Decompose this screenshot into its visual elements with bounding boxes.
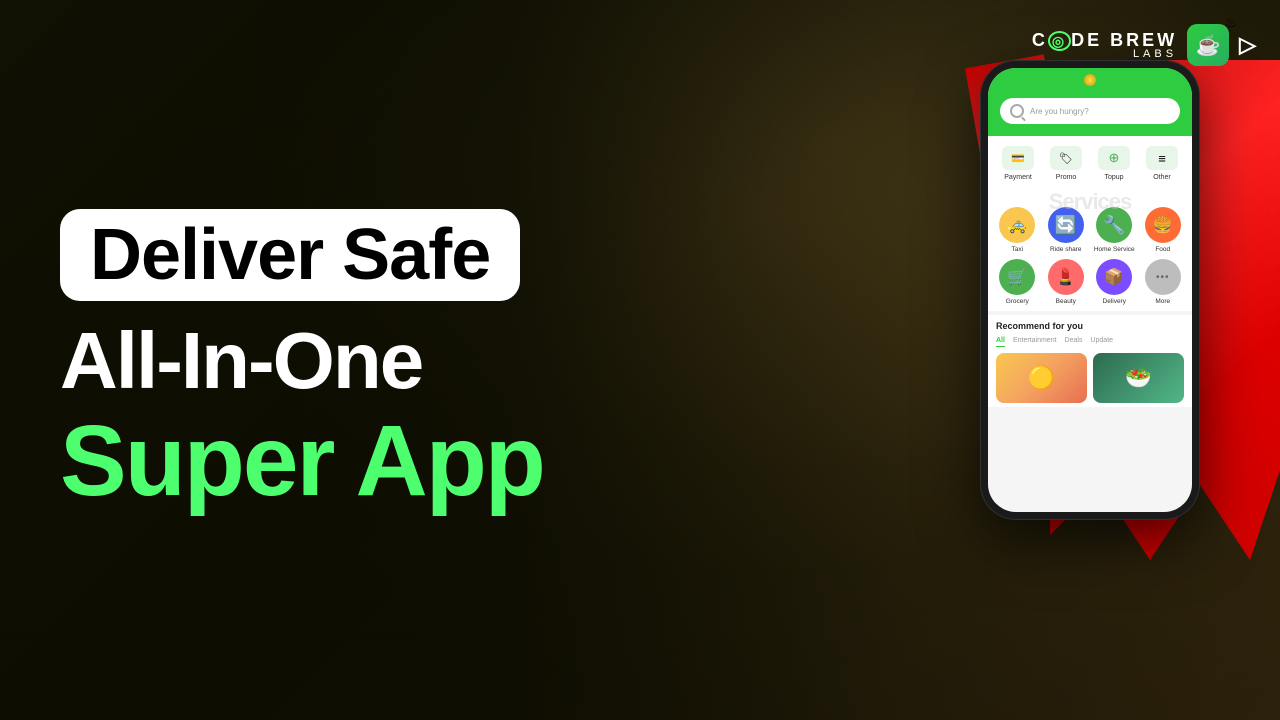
grocery-label: Grocery bbox=[1006, 298, 1029, 305]
other-label: Other bbox=[1153, 174, 1171, 181]
recommend-title: Recommend for you bbox=[996, 321, 1184, 331]
rec-tab-all[interactable]: All bbox=[996, 337, 1005, 347]
logo-icon: ☕ ♨ bbox=[1187, 24, 1229, 66]
food-icon-2: 🥗 bbox=[1125, 365, 1152, 391]
more-label: More bbox=[1155, 298, 1170, 305]
recommend-images: 🟡 🥗 bbox=[996, 353, 1184, 403]
rideshare-label: Ride share bbox=[1050, 246, 1081, 253]
service-more[interactable]: ••• More bbox=[1142, 259, 1185, 305]
topup-label: Topup bbox=[1104, 174, 1123, 181]
beauty-icon: 💄 bbox=[1048, 259, 1084, 295]
other-icon: ≡ bbox=[1146, 146, 1178, 170]
rec-tab-deals[interactable]: Deals bbox=[1065, 337, 1083, 347]
services-section: Services 🚕 Taxi 🔄 Ride share bbox=[988, 189, 1192, 311]
action-promo[interactable]: 🏷 Promo bbox=[1050, 146, 1082, 181]
mascot-icon: 🟡 bbox=[1028, 365, 1055, 391]
payment-label: Payment bbox=[1004, 174, 1032, 181]
hero-line1: Deliver Safe bbox=[90, 219, 490, 291]
phone-screen: Are you hungry? 🔔 💳 Payment 🏷 Promo bbox=[988, 68, 1192, 512]
logo-text: C◎DE BREW LABS bbox=[1032, 31, 1177, 60]
beauty-label: Beauty bbox=[1056, 298, 1076, 305]
recommend-image-2: 🥗 bbox=[1093, 353, 1184, 403]
right-section: Are you hungry? 🔔 💳 Payment 🏷 Promo bbox=[704, 0, 1280, 720]
service-grocery[interactable]: 🛒 Grocery bbox=[996, 259, 1039, 305]
logo-area: C◎DE BREW LABS ☕ ♨ ▷ bbox=[1032, 24, 1256, 66]
taxi-label: Taxi bbox=[1011, 246, 1023, 253]
more-icon: ••• bbox=[1145, 259, 1181, 295]
grocery-icon: 🛒 bbox=[999, 259, 1035, 295]
service-beauty[interactable]: 💄 Beauty bbox=[1045, 259, 1088, 305]
arrow-icon: ▷ bbox=[1239, 32, 1256, 58]
phone-mockup: Are you hungry? 🔔 💳 Payment 🏷 Promo bbox=[980, 60, 1200, 520]
search-placeholder-text: Are you hungry? bbox=[1030, 107, 1170, 116]
topup-icon: ⊕ bbox=[1098, 146, 1130, 170]
services-watermark: Services bbox=[988, 189, 1192, 215]
food-label: Food bbox=[1155, 246, 1170, 253]
search-icon bbox=[1010, 104, 1024, 118]
promo-label: Promo bbox=[1056, 174, 1077, 181]
hero-line2: All-In-One bbox=[60, 321, 644, 401]
phone-notch bbox=[1084, 74, 1096, 86]
search-bar[interactable]: Are you hungry? bbox=[1000, 98, 1180, 124]
rec-tab-entertainment[interactable]: Entertainment bbox=[1013, 337, 1057, 347]
action-payment[interactable]: 💳 Payment bbox=[1002, 146, 1034, 181]
payment-icon: 💳 bbox=[1002, 146, 1034, 170]
recommend-tabs: All Entertainment Deals Update bbox=[996, 337, 1184, 347]
brand-sub: LABS bbox=[1133, 49, 1177, 60]
action-topup[interactable]: ⊕ Topup bbox=[1098, 146, 1130, 181]
homeservice-label: Home Service bbox=[1094, 246, 1135, 253]
action-other[interactable]: ≡ Other bbox=[1146, 146, 1178, 181]
left-section: Deliver Safe All-In-One Super App bbox=[0, 169, 704, 551]
recommend-section: Recommend for you All Entertainment Deal… bbox=[988, 315, 1192, 407]
main-content: Deliver Safe All-In-One Super App Are yo… bbox=[0, 0, 1280, 720]
delivery-icon: 📦 bbox=[1096, 259, 1132, 295]
service-delivery[interactable]: 📦 Delivery bbox=[1093, 259, 1136, 305]
steam-icon: ♨ bbox=[1225, 14, 1238, 31]
delivery-label: Delivery bbox=[1103, 298, 1126, 305]
brand-name: C◎DE BREW bbox=[1032, 31, 1177, 49]
hero-line3: Super App bbox=[60, 411, 644, 511]
quick-actions-bar: 💳 Payment 🏷 Promo ⊕ Topup ≡ bbox=[988, 136, 1192, 189]
phone-outer: Are you hungry? 🔔 💳 Payment 🏷 Promo bbox=[980, 60, 1200, 520]
recommend-image-1: 🟡 bbox=[996, 353, 1087, 403]
deliver-safe-box: Deliver Safe bbox=[60, 209, 520, 301]
rec-tab-update[interactable]: Update bbox=[1090, 337, 1113, 347]
promo-icon: 🏷 bbox=[1050, 146, 1082, 170]
